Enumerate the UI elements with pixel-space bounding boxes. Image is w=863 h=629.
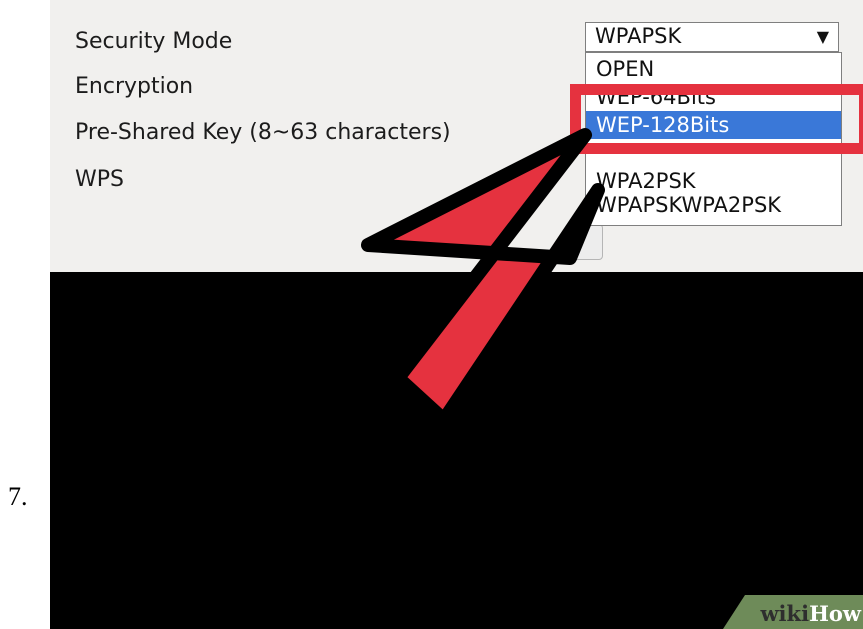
wikihow-logo-text: wikiHow: [760, 601, 861, 626]
wikihow-logo-wiki: wiki: [760, 601, 810, 626]
wikihow-watermark: wikiHow: [723, 595, 863, 629]
wikihow-logo-how: How: [809, 601, 861, 626]
pointer-arrow-icon: [361, 128, 605, 427]
step-number: 7.: [8, 482, 28, 511]
screenshot-frame: Security Mode Encryption Pre-Shared Key …: [50, 0, 863, 629]
